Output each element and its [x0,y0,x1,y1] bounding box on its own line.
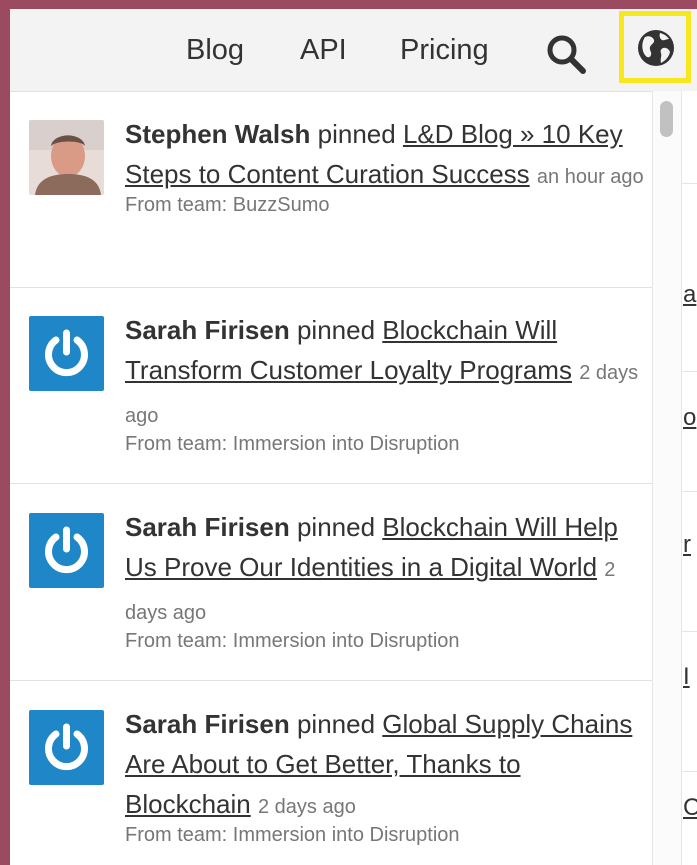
feed-item: Sarah Firisen pinned Blockchain Will Tra… [10,288,652,484]
team-label: From team: Immersion into Disruption [125,433,460,455]
team-label: From team: Immersion into Disruption [125,824,460,846]
avatar[interactable] [29,710,104,785]
feed-item-text: Sarah Firisen pinned Blockchain Will Hel… [125,507,645,655]
user-name[interactable]: Sarah Firisen [125,315,290,345]
action-text: pinned [296,512,376,542]
action-text: pinned [296,315,376,345]
action-text: pinned [296,709,376,739]
background-link-fragment: C [683,794,697,821]
top-nav: Blog API Pricing [10,9,697,89]
page: Blog API Pricing Stephen Walsh pinned L&… [10,9,697,865]
activity-feed: Stephen Walsh pinned L&D Blog » 10 Key S… [10,91,652,865]
feed-item-text: Sarah Firisen pinned Global Supply Chain… [125,704,645,849]
power-icon [45,329,88,377]
avatar[interactable] [29,120,104,195]
avatar[interactable] [29,513,104,588]
globe-button[interactable] [619,11,691,83]
timestamp: an hour ago [536,166,644,188]
search-icon [547,35,586,74]
user-name[interactable]: Sarah Firisen [125,512,290,542]
feed-item: Sarah Firisen pinned Global Supply Chain… [10,682,652,865]
nav-link-blog[interactable]: Blog [186,31,244,69]
avatar[interactable] [29,316,104,391]
background-page-strip: a o r I C [682,91,697,865]
feed-item: Stephen Walsh pinned L&D Blog » 10 Key S… [10,92,652,288]
power-icon [45,723,88,771]
user-name[interactable]: Stephen Walsh [125,119,310,149]
feed-item-text: Sarah Firisen pinned Blockchain Will Tra… [125,310,645,458]
search-button[interactable] [545,33,589,77]
power-icon [45,526,88,574]
team-label: From team: BuzzSumo [125,194,330,216]
action-text: pinned [317,119,396,149]
globe-icon [638,30,674,66]
user-name[interactable]: Sarah Firisen [125,709,290,739]
scrollbar-thumb[interactable] [660,101,673,137]
feed-item: Sarah Firisen pinned Blockchain Will Hel… [10,485,652,681]
feed-scrollbar[interactable] [652,91,682,865]
team-label: From team: Immersion into Disruption [125,630,460,652]
nav-link-pricing[interactable]: Pricing [400,31,489,69]
nav-link-api[interactable]: API [300,31,347,69]
feed-item-text: Stephen Walsh pinned L&D Blog » 10 Key S… [125,114,645,219]
timestamp: 2 days ago [257,796,356,818]
user-photo-icon [29,120,104,195]
